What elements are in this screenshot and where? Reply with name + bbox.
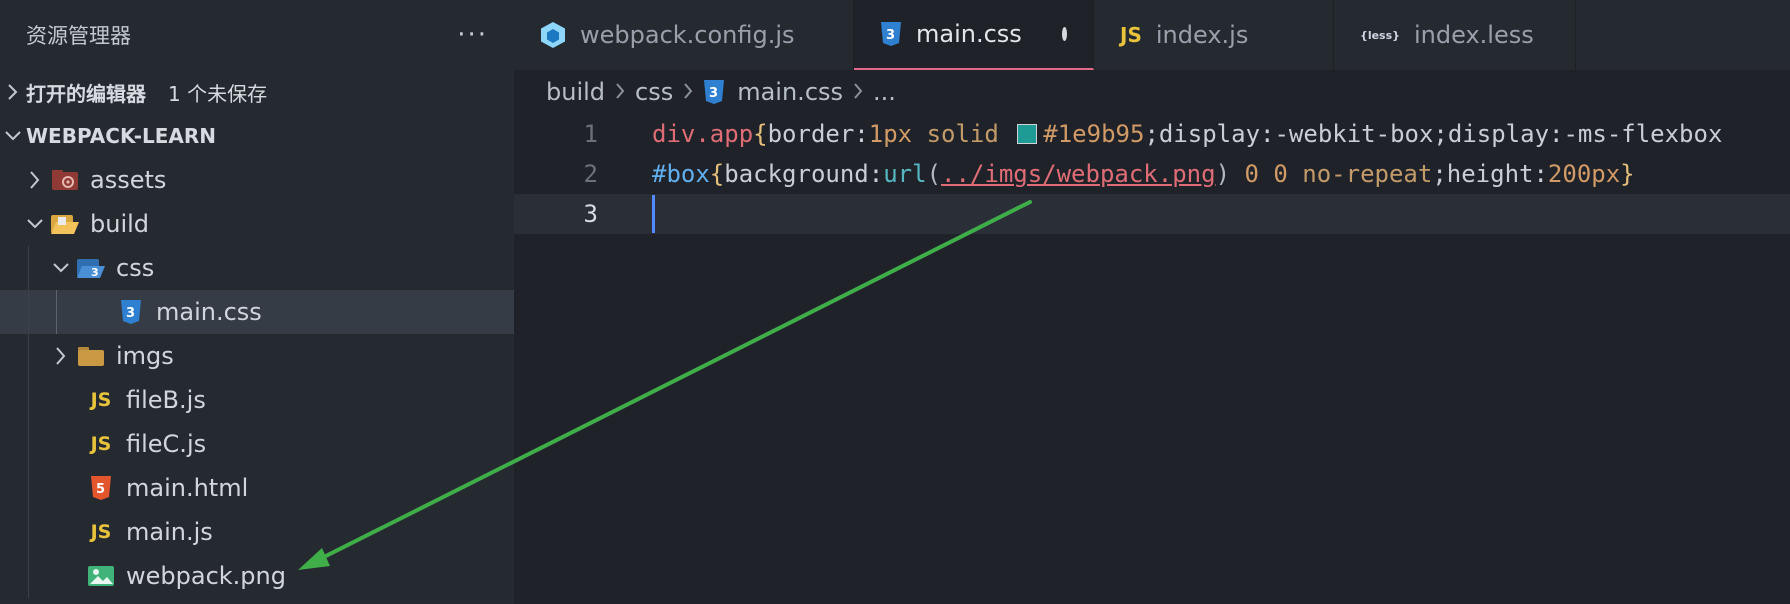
tree-item-webpack-png[interactable]: webpack.png [0, 554, 514, 598]
chevron-down-icon [48, 262, 74, 274]
vscode-window: 资源管理器 ··· 打开的编辑器 1 个未保存 WEBPACK-LEARN as [0, 0, 1790, 604]
color-swatch[interactable] [1017, 124, 1038, 144]
css-file-icon: 3 [880, 21, 902, 47]
tree-item-main-css[interactable]: 3 main.css [0, 290, 514, 334]
tree-item-label: main.html [126, 474, 249, 502]
tab-main-css[interactable]: 3 main.css [854, 0, 1094, 70]
chevron-right-icon [683, 78, 693, 106]
folder-icon [74, 343, 108, 369]
webpack-icon [540, 21, 566, 49]
breadcrumb-item-main-css[interactable]: main.css [737, 78, 843, 106]
open-editors-section[interactable]: 打开的编辑器 1 个未保存 [0, 70, 514, 114]
tree-item-label: imgs [116, 342, 174, 370]
tree-item-label: assets [90, 166, 167, 194]
chevron-down-icon [22, 218, 48, 230]
chevron-right-icon [615, 78, 625, 106]
indent-guide [28, 246, 29, 290]
unsaved-count-badge: 1 个未保存 [168, 81, 268, 106]
tree-item-label: build [90, 210, 150, 238]
code-line-1[interactable]: 1 div.app{border:1px solid #1e9b95;displ… [514, 114, 1790, 154]
indent-guide [28, 466, 29, 510]
tree-item-css[interactable]: 3 css [0, 246, 514, 290]
code-line-2[interactable]: 2 #box{background:url(../imgs/webpack.pn… [514, 154, 1790, 194]
tab-index-js[interactable]: JS index.js [1094, 0, 1334, 70]
open-editors-label: 打开的编辑器 [26, 81, 146, 106]
code-text: div.app{border:1px solid #1e9b95;display… [652, 120, 1723, 148]
chevron-right-icon [0, 83, 26, 101]
svg-text:3: 3 [886, 28, 895, 43]
breadcrumb-item-build[interactable]: build [546, 78, 605, 106]
tab-label: webpack.config.js [580, 21, 795, 49]
code-line-3[interactable]: 3 [514, 194, 1790, 234]
explorer-title: 资源管理器 [26, 24, 131, 48]
less-file-icon: {less} [1360, 28, 1400, 42]
editor-area: webpack.config.js 3 main.css JS index.js… [514, 0, 1790, 604]
tree-item-fileb-js[interactable]: JS fileB.js [0, 378, 514, 422]
tree-item-label: main.js [126, 518, 213, 546]
html-file-icon: 5 [84, 475, 118, 501]
js-file-icon: JS [90, 521, 112, 543]
assets-folder-icon [48, 167, 82, 193]
indent-guide [28, 554, 29, 598]
tree-item-imgs[interactable]: imgs [0, 334, 514, 378]
line-number: 3 [583, 200, 598, 228]
chevron-down-icon [0, 130, 26, 142]
chevron-right-icon [22, 170, 48, 190]
image-file-icon [84, 563, 118, 589]
chevron-right-icon [48, 346, 74, 366]
tree-item-label: fileC.js [126, 430, 207, 458]
tab-label: main.css [916, 20, 1022, 48]
indent-guide [28, 510, 29, 554]
more-actions-icon[interactable]: ··· [457, 20, 488, 50]
build-folder-open-icon [48, 211, 82, 237]
breadcrumb: build css 3 main.css ... [514, 70, 1790, 114]
indent-guide [28, 422, 29, 466]
line-number: 1 [583, 120, 598, 148]
js-file-icon: JS [90, 433, 112, 455]
tab-index-less[interactable]: {less} index.less [1334, 0, 1576, 70]
code-text: #box{background:url(../imgs/webpack.png)… [652, 160, 1635, 188]
indent-guide [28, 378, 29, 422]
tree-item-filec-js[interactable]: JS fileC.js [0, 422, 514, 466]
css-file-icon: 3 [114, 299, 148, 325]
tab-bar: webpack.config.js 3 main.css JS index.js… [514, 0, 1790, 70]
code-editor[interactable]: 1 div.app{border:1px solid #1e9b95;displ… [514, 114, 1790, 234]
unsaved-dot-icon[interactable] [1061, 27, 1067, 41]
css-file-icon: 3 [703, 79, 725, 105]
url-link[interactable]: ../imgs/webpack.png [941, 160, 1216, 188]
tab-label: index.less [1414, 21, 1534, 49]
tree-item-label: css [116, 254, 155, 282]
explorer-sidebar: 资源管理器 ··· 打开的编辑器 1 个未保存 WEBPACK-LEARN as [0, 0, 515, 604]
project-section[interactable]: WEBPACK-LEARN [0, 114, 514, 158]
indent-guide [56, 290, 57, 334]
svg-text:3: 3 [91, 266, 99, 279]
js-file-icon: JS [90, 389, 112, 411]
tree-item-label: main.css [156, 298, 262, 326]
indent-guide [28, 290, 29, 334]
text-cursor [652, 195, 655, 233]
js-file-icon: JS [1120, 23, 1142, 47]
line-number: 2 [583, 160, 598, 188]
tree-item-label: webpack.png [126, 562, 286, 590]
tree-item-main-html[interactable]: 5 main.html [0, 466, 514, 510]
breadcrumb-item-symbols[interactable]: ... [873, 78, 896, 106]
tree-item-main-js[interactable]: JS main.js [0, 510, 514, 554]
tab-label: index.js [1155, 21, 1249, 49]
breadcrumb-item-css[interactable]: css [635, 78, 673, 106]
css-folder-open-icon: 3 [74, 255, 108, 281]
chevron-right-icon [853, 78, 863, 106]
tree-item-label: fileB.js [126, 386, 206, 414]
svg-text:5: 5 [96, 482, 105, 497]
indent-guide [28, 334, 29, 378]
tree-item-build[interactable]: build [0, 202, 514, 246]
tree-item-assets[interactable]: assets [0, 158, 514, 202]
tab-webpack-config-js[interactable]: webpack.config.js [514, 0, 854, 70]
project-name: WEBPACK-LEARN [26, 124, 217, 148]
svg-text:3: 3 [126, 306, 135, 321]
explorer-header: 资源管理器 ··· [0, 0, 514, 70]
svg-text:3: 3 [709, 86, 718, 101]
